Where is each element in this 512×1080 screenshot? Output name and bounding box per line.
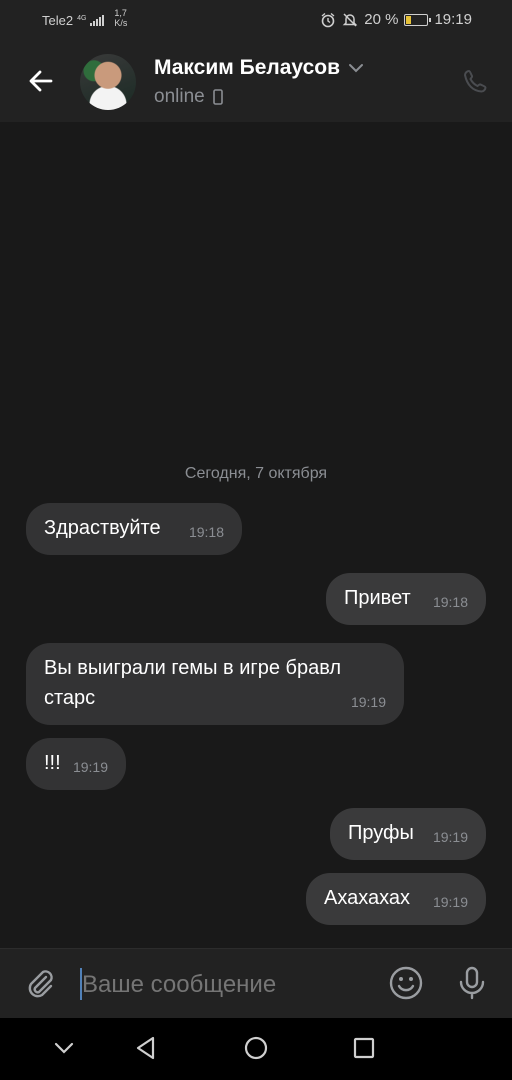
message-time: 19:18	[188, 524, 224, 540]
attach-icon[interactable]	[24, 967, 56, 999]
navigation-bar	[0, 1018, 512, 1080]
message-bubble-incoming[interactable]: !!! 19:19	[26, 738, 126, 790]
date-separator: Сегодня, 7 октября	[184, 465, 328, 482]
contact-status: online	[154, 86, 223, 108]
battery-percent: 20 %	[364, 11, 399, 28]
microphone-icon[interactable]	[456, 965, 488, 1001]
alarm-icon	[321, 12, 335, 27]
chat-header: Максим Белаусов online	[0, 42, 512, 122]
hide-keyboard-icon[interactable]	[50, 1034, 78, 1062]
mobile-icon	[212, 89, 223, 105]
carrier-label: Tele2	[42, 12, 74, 28]
phone-icon[interactable]	[462, 68, 490, 96]
speed-unit: K/s	[114, 18, 128, 28]
message-text: Вы выиграли гемы в игре бравл старс	[44, 657, 342, 709]
message-bubble-outgoing[interactable]: Пруфы 19:19	[330, 808, 486, 860]
clock: 19:19	[434, 11, 472, 28]
notifications-off-icon	[342, 12, 358, 27]
speed-value: 1,7	[114, 8, 127, 18]
message-bubble-incoming[interactable]: Здраствуйте 19:18	[26, 503, 242, 555]
status-right: 20 % 19:19	[320, 11, 472, 28]
message-input[interactable]	[82, 971, 372, 999]
message-time: 19:19	[350, 694, 386, 710]
avatar[interactable]	[80, 54, 136, 110]
message-text: Ахахахах	[324, 887, 411, 909]
back-arrow-icon[interactable]	[26, 66, 56, 96]
message-time: 19:19	[432, 829, 468, 845]
message-text: Пруфы	[348, 822, 414, 844]
network-type: 4G	[77, 15, 86, 22]
contact-name-row[interactable]: Максим Белаусов	[154, 56, 364, 80]
chevron-down-icon	[349, 64, 363, 73]
status-left: Tele2 4G 1,7 K/s	[42, 8, 127, 28]
message-bubble-outgoing[interactable]: Привет 19:18	[326, 573, 486, 625]
network-speed: 1,7 K/s	[114, 8, 127, 28]
emoji-icon[interactable]	[388, 965, 424, 1001]
message-time: 19:19	[72, 759, 108, 775]
status-text: online	[154, 86, 205, 107]
message-text: Здраствуйте	[44, 517, 161, 539]
status-bar: Tele2 4G 1,7 K/s 20 % 19:19	[0, 0, 512, 42]
message-time: 19:18	[432, 594, 468, 610]
message-text: !!!	[44, 752, 61, 774]
message-composer	[0, 948, 512, 1019]
message-text: Привет	[344, 587, 411, 609]
signal-icon	[90, 14, 105, 26]
back-icon[interactable]	[132, 1034, 160, 1062]
battery-icon	[404, 13, 432, 26]
message-time: 19:19	[432, 894, 468, 910]
message-bubble-incoming[interactable]: Вы выиграли гемы в игре бравл старс 19:1…	[26, 643, 404, 725]
message-bubble-outgoing[interactable]: Ахахахах 19:19	[306, 873, 486, 925]
recents-icon[interactable]	[350, 1034, 378, 1062]
contact-name: Максим Белаусов	[154, 56, 340, 79]
home-icon[interactable]	[242, 1034, 270, 1062]
network-label: 4G	[77, 14, 87, 22]
